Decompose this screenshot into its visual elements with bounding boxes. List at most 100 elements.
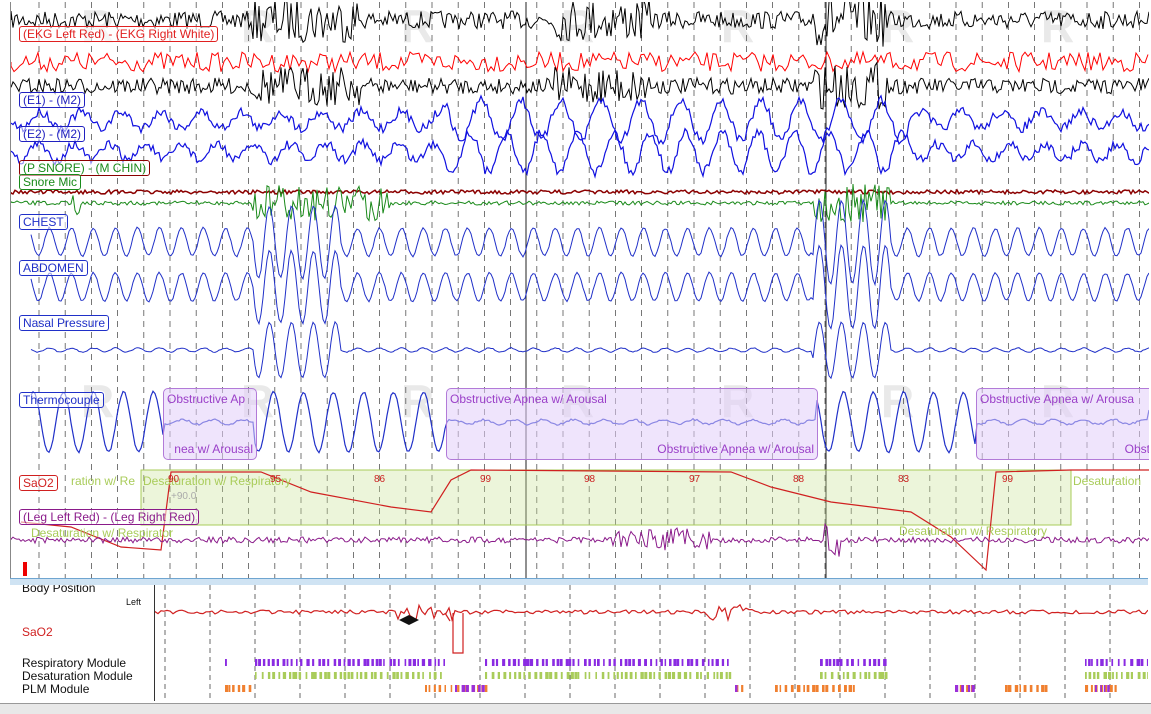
respiratory-event-bar [517, 659, 520, 666]
desaturation-event-bar [350, 672, 354, 679]
plm-event-bar [1103, 685, 1106, 692]
plm-event-bar [1041, 685, 1044, 692]
plm-event-bar [812, 685, 816, 692]
event-label: Obstructive Apnea w/ Arousal [657, 442, 814, 456]
desaturation-event-bar [577, 672, 580, 679]
obstructive-apnea-event[interactable]: Obstructive Apnea w/ Arousal Obstructive… [446, 388, 818, 460]
sao2-overview-trace [155, 603, 1148, 623]
channel-label-sao2[interactable]: SaO2 [19, 475, 58, 491]
respiratory-event-bar [559, 659, 563, 666]
plm-event-bar [1008, 685, 1012, 692]
overview-label-plm: PLM Module [22, 682, 90, 696]
desaturation-event-bar [570, 672, 574, 679]
desaturation-event-bar [324, 672, 327, 679]
desaturation-event-label[interactable]: Desaturation w/ Respirator [31, 526, 173, 540]
desaturation-event-bar [696, 672, 699, 679]
respiratory-event-bar [1140, 659, 1144, 666]
desaturation-event-label[interactable]: Desaturation [1073, 474, 1141, 488]
desaturation-event-bar [1088, 672, 1092, 679]
channel-label-nasal[interactable]: Nasal Pressure [19, 315, 110, 331]
respiratory-event-bar [393, 659, 396, 666]
obstructive-apnea-event[interactable]: Obstructive Apnea w/ Arousa Obstr [976, 388, 1149, 460]
desaturation-event-bar [560, 672, 563, 679]
sao2-reference-value: +90.0 [171, 491, 197, 502]
plm-event-bar [1114, 685, 1117, 692]
respiratory-event-bar [276, 659, 279, 666]
desaturation-event-bar [339, 672, 343, 679]
ekg-trace [11, 50, 1149, 74]
respiratory-event-bar [366, 659, 370, 666]
obstructive-apnea-event[interactable]: Obstructive Ap nea w/ Arousal [163, 388, 257, 460]
desaturation-event-bar [842, 672, 845, 679]
respiratory-event-bar [628, 659, 632, 666]
desaturation-event-bar [319, 672, 323, 679]
respiratory-event-bar [255, 659, 258, 666]
plm-event-bar [1085, 685, 1089, 692]
channel-label-leg[interactable]: (Leg Left Red) - (Leg Right Red) [19, 509, 200, 525]
sao2-value: 99 [480, 474, 492, 485]
plm-event-bar [1019, 685, 1021, 692]
desaturation-event-bar [868, 672, 871, 679]
channel-label-ekg[interactable]: (EKG Left Red) - (EKG Right White) [19, 26, 219, 42]
respiratory-event-bar [572, 659, 575, 666]
plm-event-bar [784, 685, 788, 692]
respiratory-event-bar [296, 659, 298, 666]
desaturation-event-bar [278, 672, 281, 679]
desaturation-event-bar [1085, 672, 1087, 679]
overview-panel[interactable]: Body Position Left SaO2 Respiratory Modu… [10, 585, 1148, 701]
respiratory-event-bar [352, 659, 355, 666]
respiratory-event-bar [347, 659, 351, 666]
respiratory-event-bar [491, 659, 495, 666]
respiratory-event-bar [1111, 659, 1114, 666]
channel-label-chest[interactable]: CHEST [19, 214, 68, 230]
desaturation-event-bar [292, 672, 296, 679]
respiratory-event-bar [363, 659, 367, 666]
desaturation-event-bar [497, 672, 500, 679]
desaturation-event-bar [1103, 672, 1107, 679]
desaturation-event-bar [601, 672, 605, 679]
channel-label-snore-mic[interactable]: Snore Mic [19, 174, 82, 190]
respiratory-event-bar [1146, 659, 1148, 666]
respiratory-event-bar [676, 659, 680, 666]
respiratory-event-bar [655, 659, 658, 666]
plm-event-bar [1029, 685, 1033, 692]
channel-label-abdomen[interactable]: ABDOMEN [19, 260, 88, 276]
plm-event-bar [1005, 685, 1008, 692]
horizontal-scrollbar[interactable] [0, 703, 1151, 714]
channel-label-thermo[interactable]: Thermocouple [19, 392, 104, 408]
sao2-value: 98 [584, 474, 596, 485]
signal-traces-panel[interactable]: RRRRRRRRRRRRRR (EKG Left Red) - (EKG Rig… [10, 2, 1149, 578]
overview-canvas[interactable] [155, 585, 1148, 701]
sao2-value: 97 [689, 474, 701, 485]
desaturation-event-bar [881, 672, 884, 679]
desaturation-event-bar [347, 672, 350, 679]
plm-event-bar [242, 685, 246, 692]
respiratory-event-bar [262, 659, 266, 666]
channel-label-e2[interactable]: (E2) - (M2) [19, 126, 85, 142]
respiratory-event-bar [568, 659, 572, 666]
plm-event-bar [1036, 685, 1039, 692]
respiratory-event-bar [552, 659, 555, 666]
respiratory-event-bar [412, 659, 416, 666]
event-label: Obstructive Apnea w/ Arousa [980, 392, 1135, 406]
respiratory-event-bar [624, 659, 628, 666]
desaturation-event-bar [1121, 672, 1123, 679]
respiratory-event-bar [417, 659, 419, 666]
desaturation-event-bar [549, 672, 553, 679]
desaturation-event-bar [700, 672, 702, 679]
desaturation-event-bar [595, 672, 597, 679]
respiratory-event-bar [389, 659, 393, 666]
respiratory-event-bar [371, 659, 374, 666]
plm-event-bar [237, 685, 241, 692]
plm-event-bar [852, 685, 855, 692]
desaturation-event-bar [667, 672, 672, 679]
desaturation-event-label[interactable]: ration w/ Re [71, 474, 135, 488]
desaturation-event-bar [370, 672, 374, 679]
respiratory-event-bar [421, 659, 426, 666]
desaturation-event-label[interactable]: Desaturation w/ Respiratory [143, 474, 291, 488]
channel-label-e1[interactable]: (E1) - (M2) [19, 92, 85, 108]
desaturation-event-bar [713, 672, 716, 679]
desaturation-event-label[interactable]: Desaturation w/ Respiratory [899, 524, 1047, 538]
position-marker[interactable] [23, 562, 27, 576]
respiratory-event-bar [820, 659, 823, 666]
